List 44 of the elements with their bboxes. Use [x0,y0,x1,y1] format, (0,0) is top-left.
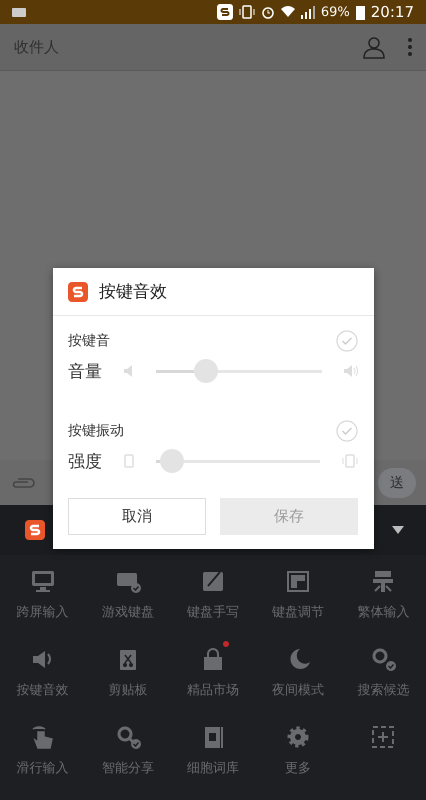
alarm-icon [260,5,275,19]
menu-item[interactable]: 更多 [285,759,312,777]
collapse-icon[interactable] [392,526,404,534]
menu-item[interactable]: 跨屏输入 [16,603,69,621]
app-logo-icon [67,280,89,302]
menu-item[interactable]: 滑行输入 [16,759,69,777]
send-button[interactable]: 送 [378,468,416,498]
slider-label: 强度 [68,450,103,472]
menu-item[interactable]: 搜索候选 [357,681,410,699]
menu-item[interactable]: 剪贴板 [108,681,148,699]
vibrate-icon [342,454,358,468]
checkbox[interactable] [336,420,358,442]
battery-icon [356,4,365,20]
slider[interactable] [156,449,320,473]
menu-item[interactable]: 夜间模式 [272,681,324,699]
more-icon[interactable] [408,37,412,57]
menu-item[interactable]: 键盘调节 [272,603,324,621]
checkbox[interactable] [336,330,358,352]
wifi-icon [280,5,295,19]
app-logo-icon [24,519,46,541]
keyboard-icon [12,8,26,16]
slider[interactable] [156,359,322,383]
menu-item[interactable]: 细胞词库 [186,759,239,777]
vibrate-icon [238,5,255,19]
setting-label: 按键振动 [68,422,124,440]
signal-icon [300,5,315,19]
slider-label: 音量 [68,360,103,382]
app-logo-icon [216,4,233,20]
dialog-button[interactable]: 取消 [68,498,206,535]
menu-item[interactable]: 智能分享 [102,759,154,777]
contact-icon[interactable] [362,35,386,59]
speaker-icon [344,365,358,377]
speaker-icon [124,365,134,377]
setting-label: 按键音 [68,332,110,350]
menu-item[interactable]: 繁体输入 [357,603,410,621]
menu-item[interactable]: 按键音效 [16,681,69,699]
dialog-title: 按键音效 [99,281,167,303]
menu-item[interactable]: 键盘手写 [186,603,239,621]
menu-item[interactable]: 游戏键盘 [102,603,154,621]
clock: 20:17 [370,3,414,21]
phone-icon [124,454,134,468]
battery-percent: 69% [320,4,350,20]
attachment-icon[interactable] [10,476,36,490]
menu-item[interactable]: 精品市场 [186,681,239,699]
